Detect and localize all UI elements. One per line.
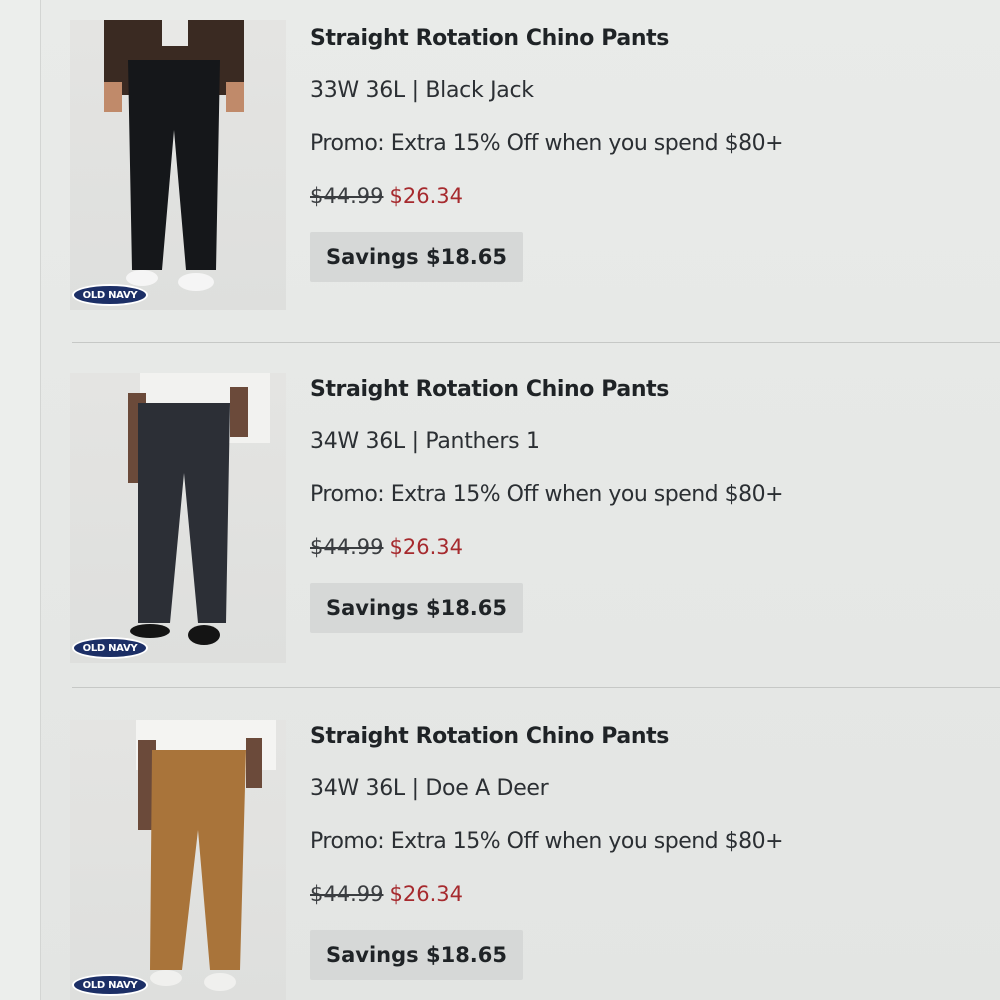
price-row: $44.99 $26.34 (310, 880, 783, 908)
original-price: $44.99 (310, 184, 384, 208)
product-title[interactable]: Straight Rotation Chino Pants (310, 376, 783, 404)
product-variant: 34W 36L | Panthers 1 (310, 429, 540, 454)
item-divider (72, 342, 1000, 343)
price-row: $44.99 $26.34 (310, 533, 783, 561)
cart-item: OLD NAVY Straight Rotation Chino Pants 3… (0, 0, 1000, 345)
promo-text: Promo: Extra 15% Off when you spend $80+ (310, 131, 784, 156)
item-divider (72, 687, 1000, 688)
item-info: Straight Rotation Chino Pants 34W 36L | … (310, 376, 784, 633)
pants-shape (138, 403, 230, 623)
cart-page: OLD NAVY Straight Rotation Chino Pants 3… (0, 0, 1000, 1000)
savings-badge: Savings $18.65 (310, 583, 524, 633)
pants-shape (128, 60, 220, 270)
promo-text: Promo: Extra 15% Off when you spend $80+ (310, 482, 784, 507)
old-navy-logo: OLD NAVY (72, 284, 148, 306)
cart-item: OLD NAVY Straight Rotation Chino Pants 3… (0, 690, 1000, 1000)
item-info: Straight Rotation Chino Pants 33W 36L | … (310, 25, 784, 282)
sale-price: $26.34 (389, 184, 463, 208)
old-navy-logo: OLD NAVY (72, 974, 148, 996)
pants-illustration (104, 20, 244, 291)
pants-shape (150, 750, 246, 970)
savings-badge: Savings $18.65 (310, 930, 524, 980)
savings-badge: Savings $18.65 (310, 232, 524, 282)
product-image[interactable]: OLD NAVY (70, 373, 286, 663)
old-navy-logo: OLD NAVY (72, 637, 148, 659)
product-title[interactable]: Straight Rotation Chino Pants (310, 723, 783, 751)
cart-item: OLD NAVY Straight Rotation Chino Pants 3… (0, 345, 1000, 690)
sale-price: $26.34 (389, 882, 463, 906)
original-price: $44.99 (310, 882, 384, 906)
item-info: Straight Rotation Chino Pants 34W 36L | … (310, 723, 784, 980)
product-image[interactable]: OLD NAVY (70, 720, 286, 1000)
sale-price: $26.34 (389, 535, 463, 559)
product-variant: 34W 36L | Doe A Deer (310, 776, 549, 801)
promo-text: Promo: Extra 15% Off when you spend $80+ (310, 829, 784, 854)
pants-illustration (136, 720, 276, 991)
product-variant: 33W 36L | Black Jack (310, 78, 534, 103)
original-price: $44.99 (310, 535, 384, 559)
pants-illustration (128, 373, 270, 645)
price-row: $44.99 $26.34 (310, 182, 783, 210)
product-image[interactable]: OLD NAVY (70, 20, 286, 310)
product-title[interactable]: Straight Rotation Chino Pants (310, 25, 783, 53)
